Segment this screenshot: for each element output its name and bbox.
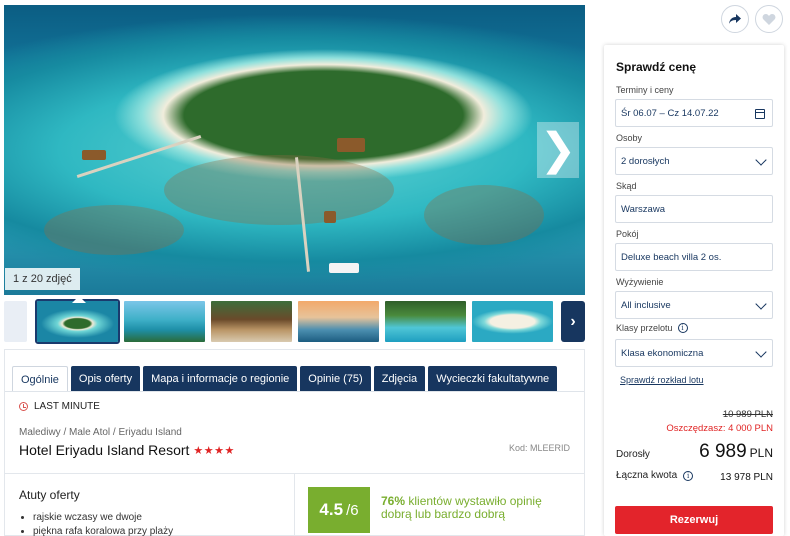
thumbnail[interactable]	[211, 301, 292, 342]
chevron-down-icon	[755, 298, 767, 310]
last-minute-badge: LAST MINUTE	[19, 401, 100, 412]
rating-percent: 76%	[381, 494, 406, 508]
dates-value: Śr 06.07 – Cz 14.07.22	[621, 107, 719, 119]
rating-scale: /6	[346, 501, 359, 519]
adult-price-currency: PLN	[749, 446, 773, 460]
tab-general[interactable]: Ogólnie	[12, 366, 68, 392]
share-button[interactable]	[721, 5, 749, 33]
board-label: Wyżywienie	[616, 277, 664, 287]
gallery-next-button[interactable]: ❯	[537, 122, 579, 178]
chevron-right-icon: ❯	[539, 125, 577, 174]
thumbnail-strip: ›	[4, 299, 585, 344]
favorite-button[interactable]	[755, 5, 783, 33]
board-value: All inclusive	[621, 299, 671, 311]
hero-photo[interactable]	[4, 5, 585, 295]
chevron-right-icon: ›	[570, 312, 576, 330]
room-select[interactable]: Deluxe beach villa 2 os.	[615, 243, 773, 271]
breadcrumb: Malediwy / Male Atol / Eriyadu Island	[19, 427, 182, 438]
thumbnail[interactable]	[385, 301, 466, 342]
heart-icon	[762, 13, 776, 25]
flight-class-value: Klasa ekonomiczna	[621, 347, 704, 359]
rating-score-badge[interactable]: 4.5 /6	[308, 487, 370, 533]
departure-select[interactable]: Warszawa	[615, 195, 773, 223]
thumbnail[interactable]	[124, 301, 205, 342]
chevron-down-icon	[755, 154, 767, 166]
total-value: 13 978 PLN	[720, 472, 773, 483]
flight-class-label-text: Klasy przelotu	[616, 323, 673, 333]
book-button[interactable]: Rezerwuj	[615, 506, 773, 534]
hotel-title: Hotel Eriyadu Island Resort ★★★★	[19, 442, 235, 458]
adult-price-value: 6 989	[699, 441, 747, 462]
room-label: Pokój	[616, 229, 639, 239]
list-item: rajskie wczasy we dwoje	[33, 511, 173, 525]
departure-value: Warszawa	[621, 203, 665, 215]
info-icon[interactable]: i	[677, 323, 688, 333]
dates-label: Terminy i ceny	[616, 85, 674, 95]
highlights-title: Atuty oferty	[19, 488, 80, 502]
calendar-icon	[755, 109, 765, 119]
tab-map-region[interactable]: Mapa i informacje o regionie	[143, 366, 298, 392]
hotel-name: Hotel Eriyadu Island Resort	[19, 442, 190, 458]
offer-tabs: Ogólnie Opis oferty Mapa i informacje o …	[12, 366, 558, 392]
last-minute-label: LAST MINUTE	[34, 401, 100, 412]
tab-reviews[interactable]: Opinie (75)	[300, 366, 371, 392]
chevron-down-icon	[755, 346, 767, 358]
adult-price: 6 989 PLN	[699, 441, 773, 463]
flight-schedule-link[interactable]: Sprawdź rozkład lotu	[620, 375, 704, 385]
departure-label: Skąd	[616, 181, 637, 191]
photo-counter: 1 z 20 zdjęć	[5, 268, 80, 290]
thumbnails-next-button[interactable]: ›	[561, 301, 585, 342]
active-thumbnail-pointer	[72, 296, 86, 303]
tabs-divider	[5, 391, 584, 392]
panel-title: Sprawdź cenę	[616, 60, 697, 74]
total-label: Łączna kwota i	[616, 470, 694, 481]
room-value: Deluxe beach villa 2 os.	[621, 251, 722, 263]
rating-summary: 76% klientów wystawiło opinię dobrą lub …	[381, 495, 571, 521]
offer-code: Kod: MLEERID	[508, 443, 570, 453]
price-check-panel: Sprawdź cenę Terminy i ceny Śr 06.07 – C…	[604, 45, 784, 536]
persons-value: 2 dorosłych	[621, 155, 670, 167]
share-icon	[729, 14, 741, 24]
thumbnail[interactable]	[472, 301, 553, 342]
tab-offer-description[interactable]: Opis oferty	[70, 366, 141, 392]
clock-icon	[19, 402, 28, 411]
tab-excursions[interactable]: Wycieczki fakultatywne	[428, 366, 558, 392]
highlights-list: rajskie wczasy we dwoje piękna rafa kora…	[33, 511, 173, 536]
info-icon[interactable]: i	[683, 470, 694, 481]
total-label-text: Łączna kwota	[616, 470, 678, 481]
thumbnail-prev-stub[interactable]	[4, 301, 27, 342]
thumbnail[interactable]	[35, 299, 120, 344]
tab-photos[interactable]: Zdjęcia	[373, 366, 426, 392]
offer-details: Ogólnie Opis oferty Mapa i informacje o …	[4, 349, 585, 536]
rating-summary-text: klientów wystawiło opinię dobrą lub bard…	[381, 494, 542, 521]
dates-select[interactable]: Śr 06.07 – Cz 14.07.22	[615, 99, 773, 127]
persons-label: Osoby	[616, 133, 643, 143]
flight-class-select[interactable]: Klasa ekonomiczna	[615, 339, 773, 367]
savings: Oszczędzasz: 4 000 PLN	[666, 423, 773, 434]
rating-score: 4.5	[319, 500, 344, 519]
board-select[interactable]: All inclusive	[615, 291, 773, 319]
old-price: 10 989 PLN	[722, 409, 773, 420]
column-divider	[294, 474, 295, 536]
thumbnail[interactable]	[298, 301, 379, 342]
flight-class-label: Klasy przelotu i	[616, 323, 688, 333]
adult-price-label: Dorosły	[616, 449, 650, 460]
list-item: piękna rafa koralowa przy plaży	[33, 525, 173, 536]
persons-select[interactable]: 2 dorosłych	[615, 147, 773, 175]
hotel-stars: ★★★★	[193, 444, 235, 457]
